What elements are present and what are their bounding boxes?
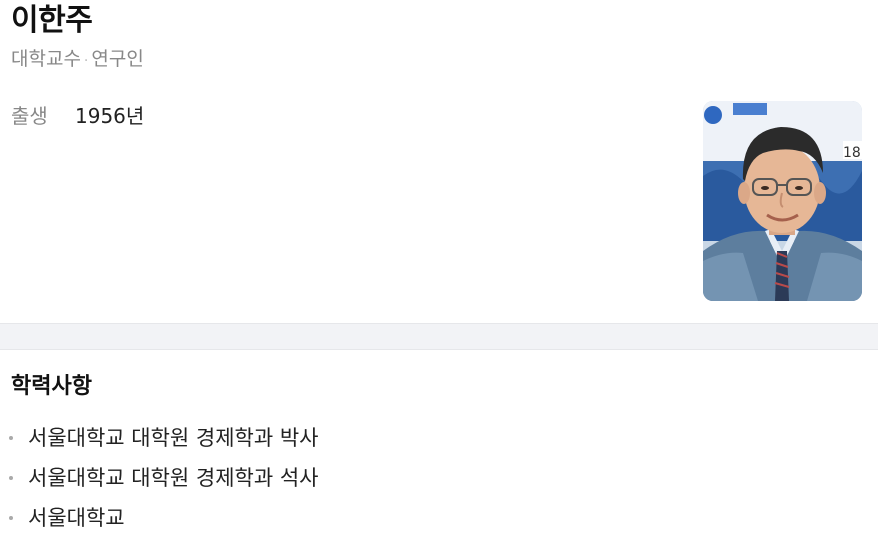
education-section: 학력사항 서울대학교 대학원 경제학과 박사 서울대학교 대학원 경제학과 석사…: [0, 350, 878, 535]
person-name: 이한주: [11, 3, 93, 38]
svg-text:18: 18: [843, 145, 861, 161]
education-item-text: 서울대학교: [28, 506, 125, 530]
occupation-separator: ·: [83, 53, 89, 69]
occupation-secondary: 연구인: [91, 48, 144, 70]
birth-info-row: 출생 1956년: [11, 102, 144, 130]
education-title: 학력사항: [11, 374, 92, 399]
birth-value: 1956년: [75, 104, 145, 128]
profile-photo[interactable]: 18: [703, 101, 862, 301]
education-item-text: 서울대학교 대학원 경제학과 석사: [28, 466, 319, 490]
bullet-icon: [9, 516, 13, 520]
portrait-image: 18: [703, 101, 862, 301]
bullet-icon: [9, 476, 13, 480]
education-item-text: 서울대학교 대학원 경제학과 박사: [28, 426, 319, 450]
profile-section: 이한주 대학교수 · 연구인 출생 1956년 18: [0, 0, 878, 323]
bullet-icon: [9, 436, 13, 440]
occupation-line: 대학교수 · 연구인: [11, 46, 144, 74]
section-divider: [0, 323, 878, 350]
birth-label: 출생: [11, 104, 48, 128]
profile-page: 이한주 대학교수 · 연구인 출생 1956년 18 학력사항 서울대학교 대학…: [0, 0, 878, 535]
occupation-primary: 대학교수: [11, 48, 81, 70]
